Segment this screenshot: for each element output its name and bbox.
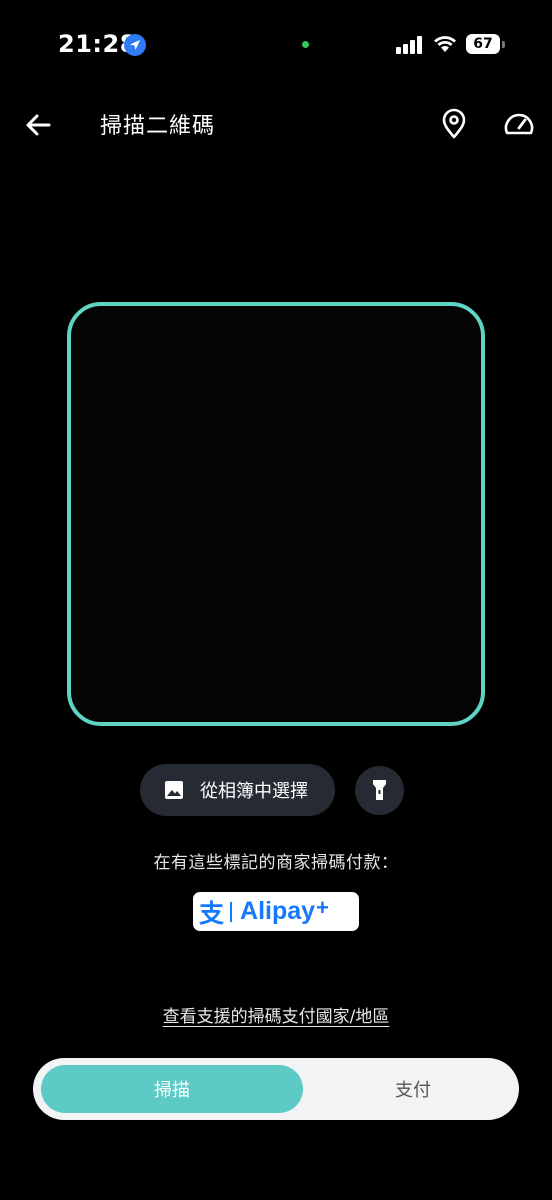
page-header: 掃描二維碼: [0, 96, 552, 152]
image-icon: [165, 781, 183, 799]
alipay-plus-sign: +: [316, 894, 329, 920]
flashlight-icon: [373, 780, 386, 800]
alipay-plus-logo: 支 Alipay +: [193, 892, 359, 931]
status-bar: 21:28 67: [0, 0, 552, 90]
flashlight-button[interactable]: [355, 766, 404, 815]
tab-scan[interactable]: 掃描: [41, 1065, 303, 1113]
location-pin-icon[interactable]: [440, 108, 468, 140]
speed-gauge-icon[interactable]: [502, 108, 536, 140]
scan-pay-segmented-control: 掃描 支付: [33, 1058, 519, 1120]
location-arrow-icon: [124, 34, 146, 56]
choose-from-album-button[interactable]: 從相簿中選擇: [140, 764, 335, 816]
alipay-name: Alipay: [240, 897, 316, 925]
alipay-mark: 支: [199, 898, 225, 928]
battery-tip: [502, 41, 505, 48]
qr-scan-frame: [67, 302, 485, 726]
wifi-icon: [434, 36, 456, 52]
logo-separator: [230, 901, 233, 922]
album-button-label: 從相簿中選擇: [200, 781, 308, 802]
tab-pay[interactable]: 支付: [313, 1065, 513, 1113]
battery-indicator: 67: [466, 34, 500, 54]
back-arrow-icon[interactable]: [22, 108, 56, 142]
supported-countries-link[interactable]: 查看支援的掃碼支付國家/地區: [0, 1002, 552, 1027]
privacy-indicator-dot: [302, 41, 309, 48]
page-title: 掃描二維碼: [100, 114, 216, 139]
cellular-signal-icon: [396, 36, 424, 54]
merchant-hint-text: 在有這些標記的商家掃碼付款：: [153, 853, 399, 873]
